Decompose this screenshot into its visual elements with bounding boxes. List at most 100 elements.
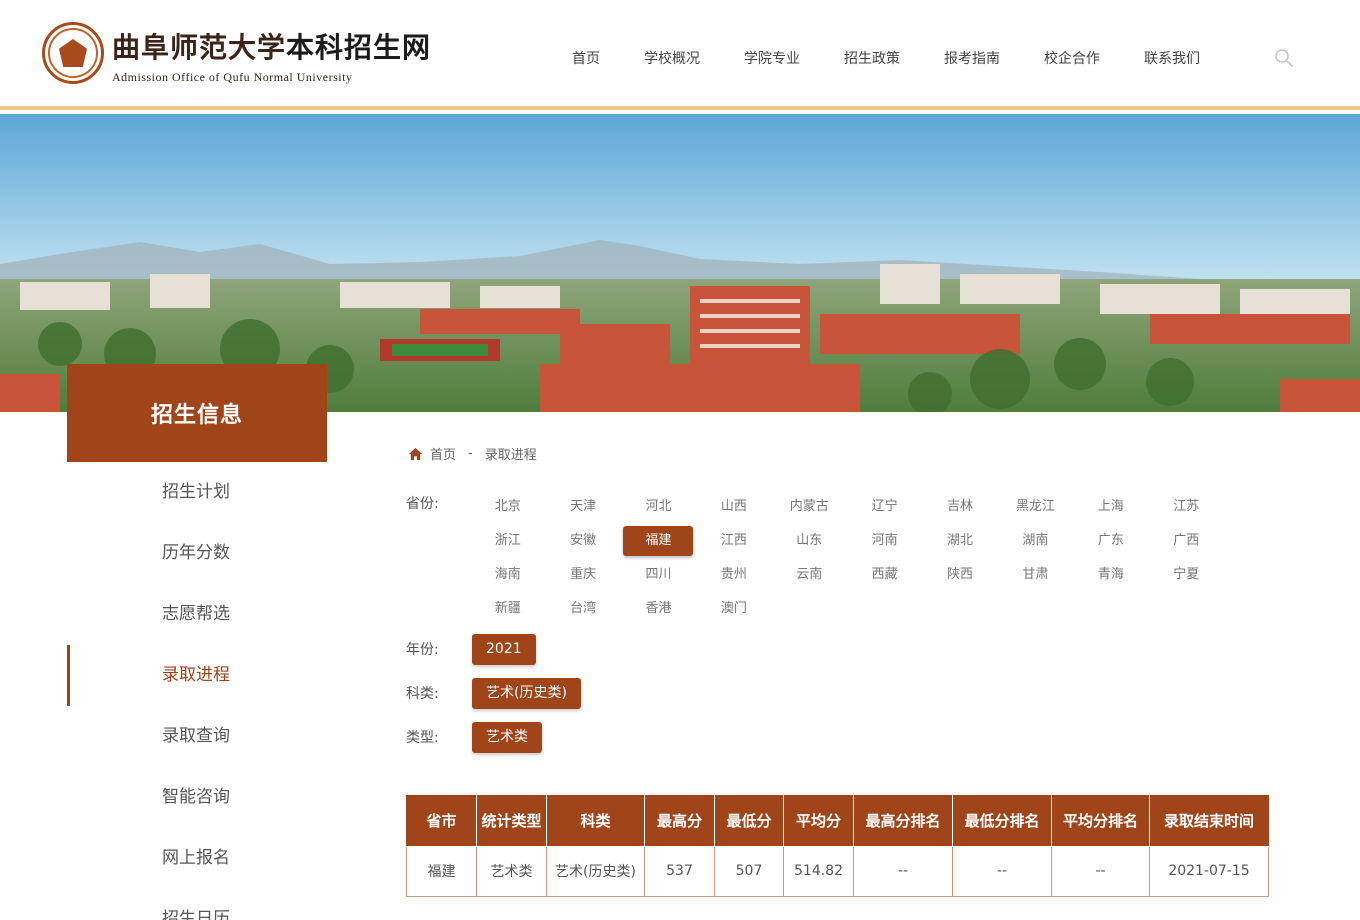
site-header: 曲阜师范大学本科招生网 Admission Office of Qufu Nor… (0, 0, 1360, 110)
province-option[interactable]: 内蒙古 (772, 490, 847, 524)
sidebar-item[interactable]: 智能咨询 (67, 767, 327, 828)
province-option[interactable]: 河南 (847, 524, 922, 558)
table-cell: 艺术(历史类) (546, 845, 645, 897)
nav-item-about[interactable]: 学校概况 (644, 48, 700, 68)
province-option[interactable]: 四川 (621, 558, 696, 592)
table-header-cell: 平均分 (783, 795, 854, 847)
province-option[interactable]: 宁夏 (1149, 558, 1224, 592)
sidebar-item[interactable]: 录取查询 (67, 706, 327, 767)
province-option-label: 重庆 (570, 567, 597, 582)
nav-item-partnership[interactable]: 校企合作 (1044, 48, 1100, 68)
province-option-label: 澳门 (720, 601, 747, 616)
province-option[interactable]: 安徽 (545, 524, 620, 558)
sidebar-menu: 招生计划 历年分数 志愿帮选 录取进程 录取查询 智能咨询 网上报名 招生日历 (67, 462, 327, 920)
province-option-label: 贵州 (720, 567, 747, 582)
province-option-label: 甘肃 (1022, 567, 1049, 582)
nav-item-contact[interactable]: 联系我们 (1144, 48, 1200, 68)
province-option-label: 江苏 (1173, 499, 1200, 514)
province-option[interactable]: 福建 (621, 524, 696, 558)
sidebar-item[interactable]: 招生计划 (67, 462, 327, 523)
province-option[interactable]: 青海 (1073, 558, 1148, 592)
province-option-label: 湖南 (1022, 533, 1049, 548)
province-option-label: 陕西 (947, 567, 974, 582)
breadcrumb-separator: - (468, 446, 473, 461)
province-option[interactable]: 湖北 (922, 524, 997, 558)
province-option[interactable]: 江西 (696, 524, 771, 558)
search-icon[interactable] (1274, 48, 1294, 68)
province-option[interactable]: 吉林 (922, 490, 997, 524)
province-option-label: 湖北 (947, 533, 974, 548)
province-option[interactable]: 广东 (1073, 524, 1148, 558)
province-option[interactable]: 新疆 (470, 592, 545, 626)
year-label: 年份: (406, 642, 439, 658)
province-option[interactable]: 台湾 (545, 592, 620, 626)
province-option-label: 海南 (494, 567, 521, 582)
province-option[interactable]: 黑龙江 (998, 490, 1073, 524)
home-icon (408, 447, 423, 460)
province-option[interactable]: 辽宁 (847, 490, 922, 524)
type-label: 类型: (406, 730, 439, 746)
province-option[interactable]: 广西 (1149, 524, 1224, 558)
table-cell: -- (1051, 845, 1150, 897)
province-option[interactable]: 澳门 (696, 592, 771, 626)
table-header-cell: 最高分排名 (853, 795, 953, 847)
province-option[interactable]: 山西 (696, 490, 771, 524)
table-header-cell: 最低分排名 (952, 795, 1052, 847)
province-option[interactable]: 浙江 (470, 524, 545, 558)
province-option[interactable]: 湖南 (998, 524, 1073, 558)
province-option[interactable]: 陕西 (922, 558, 997, 592)
province-option-label: 宁夏 (1173, 567, 1200, 582)
breadcrumb-home[interactable]: 首页 (430, 444, 456, 463)
nav-item-policy[interactable]: 招生政策 (844, 48, 900, 68)
province-option-label: 内蒙古 (789, 499, 829, 514)
province-option[interactable]: 西藏 (847, 558, 922, 592)
province-option[interactable]: 海南 (470, 558, 545, 592)
province-option[interactable]: 江苏 (1149, 490, 1224, 524)
site-name-suffix: 本科招生网 (286, 31, 432, 64)
province-option[interactable]: 天津 (545, 490, 620, 524)
nav-item-colleges[interactable]: 学院专业 (744, 48, 800, 68)
sidebar-item[interactable]: 网上报名 (67, 828, 327, 889)
province-option[interactable]: 河北 (621, 490, 696, 524)
province-option[interactable]: 山东 (772, 524, 847, 558)
type-option[interactable]: 艺术类 (472, 722, 542, 753)
province-option[interactable]: 贵州 (696, 558, 771, 592)
province-label: 省份: (406, 496, 439, 512)
province-option-label: 河南 (871, 533, 898, 548)
province-option-label: 河北 (645, 499, 672, 514)
table-header-cell: 省市 (406, 795, 477, 847)
nav-item-guide[interactable]: 报考指南 (944, 48, 1000, 68)
province-option[interactable]: 云南 (772, 558, 847, 592)
site-name-en: Admission Office of Qufu Normal Universi… (112, 70, 353, 84)
table-body: 福建 艺术类 艺术(历史类) 537 507 514.82 -- -- -- 2021-07-15 (406, 845, 1269, 897)
table-cell: -- (952, 845, 1052, 897)
site-logo-text[interactable]: 曲阜师范大学本科招生网 Admission Office of Qufu Nor… (112, 26, 431, 85)
province-option-label: 新疆 (494, 601, 521, 616)
university-seal-logo[interactable] (42, 22, 104, 84)
subject-option[interactable]: 艺术(历史类) (472, 678, 581, 709)
province-option[interactable]: 重庆 (545, 558, 620, 592)
site-name-cn: 曲阜师范大学本科招生网 (112, 26, 431, 66)
nav-item-home[interactable]: 首页 (572, 48, 600, 68)
admission-progress-table: 省市 统计类型 科类 最高分 最低分 平均分 最高分排名 最低分排名 平均分排名 录取结束时间 福… (406, 795, 1269, 897)
province-option[interactable]: 香港 (621, 592, 696, 626)
main-nav: 首页 学校概况 学院专业 招生政策 报考指南 校企合作 联系我们 (572, 48, 1200, 68)
sidebar-item[interactable]: 招生日历 (67, 889, 327, 920)
table-header-cell: 科类 (546, 795, 645, 847)
breadcrumb-current[interactable]: 录取进程 (485, 444, 537, 463)
province-option[interactable]: 北京 (470, 490, 545, 524)
table-row: 福建 艺术类 艺术(历史类) 537 507 514.82 -- -- -- 2021-07-15 (406, 845, 1269, 897)
year-option[interactable]: 2021 (472, 634, 536, 665)
province-option-label: 吉林 (947, 499, 974, 514)
sidebar-item[interactable]: 历年分数 (67, 523, 327, 584)
province-option-label: 黑龙江 (1015, 499, 1055, 514)
table-cell: 2021-07-15 (1149, 845, 1269, 897)
province-option[interactable]: 上海 (1073, 490, 1148, 524)
table-header-cell: 统计类型 (476, 795, 547, 847)
sidebar-item[interactable]: 录取进程 (67, 645, 327, 706)
province-option[interactable]: 甘肃 (998, 558, 1073, 592)
province-option-label: 云南 (796, 567, 823, 582)
province-option-label: 上海 (1097, 499, 1124, 514)
province-option-label: 山东 (796, 533, 823, 548)
sidebar-item[interactable]: 志愿帮选 (67, 584, 327, 645)
